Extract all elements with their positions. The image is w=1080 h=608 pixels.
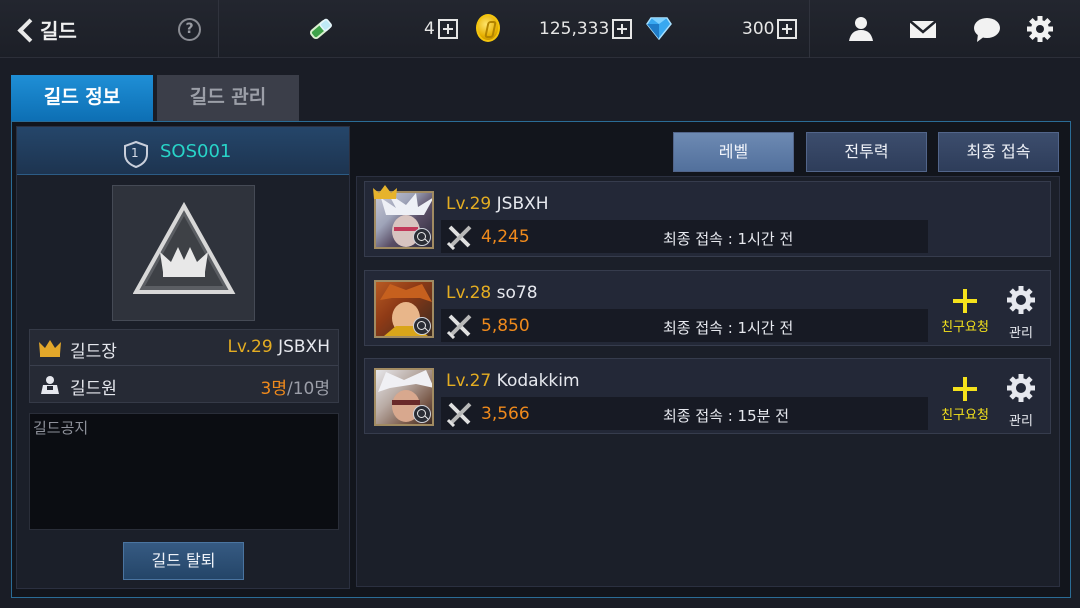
stamina-icon — [309, 18, 332, 40]
member-name: Lv.27 Kodakkim — [446, 371, 580, 391]
friend-request-button[interactable]: 친구요청 — [935, 377, 995, 423]
manage-member-button[interactable]: 관리 — [1001, 374, 1041, 429]
zoom-icon[interactable] — [413, 317, 431, 335]
last-login: 최종 접속 : 15분 전 — [663, 407, 790, 425]
gold-coin-icon — [476, 14, 500, 42]
crown-triangle-emblem-icon — [133, 202, 236, 294]
member-count: 3명 — [260, 379, 287, 399]
guild-summary: 1 SOS001 길드장 Lv.29 JSBXH 길드원 3명/10명 길드공지… — [16, 126, 350, 589]
guild-master-level: Lv.29 — [227, 337, 273, 357]
guild-master-label: 길드장 — [70, 342, 117, 362]
add-gold-button[interactable] — [612, 19, 633, 39]
combat-power: 5,850 — [481, 316, 530, 336]
member-nickname: Kodakkim — [496, 371, 580, 391]
top-bar: 길드 ? 4 125,333 300 — [0, 0, 1080, 58]
master-crown-icon — [373, 185, 397, 199]
leave-guild-button[interactable]: 길드 탈퇴 — [123, 542, 244, 580]
member-row: Lv.29 JSBXH 4,245 최종 접속 : 1시간 전 — [364, 181, 1051, 257]
member-portrait[interactable] — [374, 280, 434, 338]
gear-icon — [1007, 374, 1035, 402]
guild-members-label: 길드원 — [70, 379, 117, 399]
sort-by-level-button[interactable]: 레벨 — [673, 132, 794, 172]
guild-panel: 1 SOS001 길드장 Lv.29 JSBXH 길드원 3명/10명 길드공지… — [11, 121, 1071, 598]
manage-label: 관리 — [1009, 414, 1033, 429]
chat-icon[interactable] — [972, 14, 1002, 44]
back-button[interactable]: 길드 — [12, 12, 112, 46]
member-name: Lv.29 JSBXH — [446, 194, 549, 214]
stamina-value: 4 — [424, 19, 435, 39]
help-icon[interactable]: ? — [178, 18, 201, 41]
last-login: 최종 접속 : 1시간 전 — [663, 319, 794, 337]
combat-power: 3,566 — [481, 404, 530, 424]
member-stats: 4,245 최종 접속 : 1시간 전 — [441, 220, 928, 253]
member-name: Lv.28 so78 — [446, 283, 538, 303]
plus-icon — [953, 377, 977, 401]
crossed-swords-icon — [447, 314, 472, 339]
crossed-swords-icon — [447, 225, 472, 250]
member-nickname: JSBXH — [496, 194, 549, 214]
member-level: Lv.29 — [446, 194, 492, 214]
plus-icon — [953, 289, 977, 313]
member-max: /10명 — [287, 379, 330, 399]
tab-guild-management[interactable]: 길드 관리 — [157, 75, 299, 121]
gem-icon — [646, 17, 672, 40]
member-level: Lv.27 — [446, 371, 492, 391]
combat-power: 4,245 — [481, 227, 530, 247]
guild-emblem — [112, 185, 255, 321]
guild-members-row: 길드원 3명/10명 — [30, 367, 338, 403]
crossed-swords-icon — [447, 402, 472, 427]
manage-member-button[interactable]: 관리 — [1001, 286, 1041, 341]
member-row: Lv.28 so78 5,850 최종 접속 : 1시간 전 친구요청 관리 — [364, 270, 1051, 346]
tab-guild-info[interactable]: 길드 정보 — [11, 75, 153, 121]
friend-request-button[interactable]: 친구요청 — [935, 289, 995, 335]
add-gem-button[interactable] — [777, 19, 798, 39]
guild-master-value: Lv.29 JSBXH — [227, 337, 330, 357]
guild-header: 1 SOS001 — [17, 127, 349, 175]
friends-icon[interactable] — [845, 14, 875, 44]
member-row: Lv.27 Kodakkim 3,566 최종 접속 : 15분 전 친구요청 — [364, 358, 1051, 434]
gem-counter: 300 — [742, 14, 798, 44]
divider — [218, 0, 219, 58]
settings-gear-icon[interactable] — [1025, 14, 1055, 44]
gold-value: 125,333 — [539, 19, 610, 39]
guild-notice-label: 길드공지 — [33, 419, 89, 437]
page-title: 길드 — [40, 18, 77, 43]
guild-notice-box: 길드공지 — [29, 413, 339, 530]
member-stats: 5,850 최종 접속 : 1시간 전 — [441, 309, 928, 342]
member-nickname: so78 — [496, 283, 538, 303]
member-stats: 3,566 최종 접속 : 15분 전 — [441, 397, 928, 430]
guild-master-row: 길드장 Lv.29 JSBXH — [30, 330, 338, 366]
crown-icon — [39, 340, 61, 357]
divider — [809, 0, 810, 58]
member-level: Lv.28 — [446, 283, 492, 303]
stamina-counter: 4 — [424, 14, 458, 44]
mail-icon[interactable] — [908, 14, 938, 44]
chevron-left-icon — [12, 12, 38, 46]
guild-members-value: 3명/10명 — [261, 374, 330, 399]
manage-label: 관리 — [1009, 326, 1033, 341]
friend-request-label: 친구요청 — [941, 408, 989, 423]
sort-by-power-button[interactable]: 전투력 — [806, 132, 927, 172]
zoom-icon[interactable] — [413, 228, 431, 246]
friend-request-label: 친구요청 — [941, 320, 989, 335]
member-icon — [41, 376, 59, 394]
zoom-icon[interactable] — [413, 405, 431, 423]
guild-name: SOS001 — [160, 141, 232, 162]
gem-value: 300 — [742, 19, 775, 39]
last-login: 최종 접속 : 1시간 전 — [663, 230, 794, 248]
add-stamina-button[interactable] — [437, 19, 458, 39]
guild-rank: 1 — [131, 146, 139, 160]
sort-by-last-login-button[interactable]: 최종 접속 — [938, 132, 1059, 172]
member-portrait[interactable] — [374, 368, 434, 426]
gear-icon — [1007, 286, 1035, 314]
guild-info-list: 길드장 Lv.29 JSBXH 길드원 3명/10명 — [29, 329, 339, 403]
gold-counter: 125,333 — [539, 14, 633, 44]
guild-master-name: JSBXH — [278, 337, 330, 357]
